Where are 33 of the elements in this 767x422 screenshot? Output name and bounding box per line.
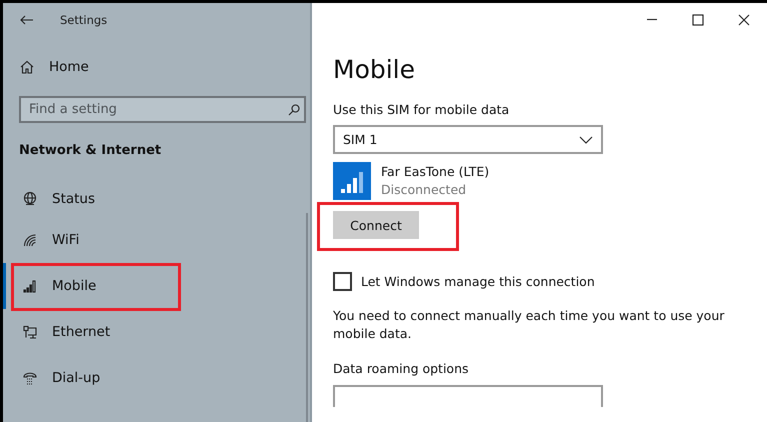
back-arrow-icon xyxy=(20,15,34,25)
globe-icon xyxy=(23,192,37,206)
description-text: You need to connect manually each time you want to use your mobile data. xyxy=(333,307,726,343)
network-status: Disconnected xyxy=(381,181,468,199)
checkbox[interactable] xyxy=(333,272,352,291)
home-icon xyxy=(20,60,34,74)
close-icon xyxy=(738,14,750,26)
home-link[interactable]: Home xyxy=(20,59,310,75)
signal-bars-icon xyxy=(333,162,371,200)
page-title: Mobile xyxy=(333,55,416,84)
network-name: Far EasTone (LTE) xyxy=(381,163,490,181)
wifi-icon xyxy=(23,233,37,247)
maximize-icon xyxy=(692,14,704,26)
search-field[interactable]: Find a setting xyxy=(19,96,306,123)
search-icon xyxy=(288,104,300,116)
roaming-dropdown[interactable] xyxy=(333,385,603,407)
field-label: Data roaming options xyxy=(333,361,470,376)
nav-item[interactable]: WiFi xyxy=(3,217,310,263)
window-title: Settings xyxy=(60,13,108,27)
checkbox-label: Let Windows manage this connection xyxy=(361,274,595,289)
back-button[interactable] xyxy=(20,15,34,25)
field-label: Use this SIM for mobile data xyxy=(333,102,510,117)
signal-bars-icon xyxy=(23,279,37,293)
phone-icon xyxy=(23,371,37,385)
computer-icon xyxy=(23,325,37,339)
nav-item[interactable]: Dial-up xyxy=(3,355,310,401)
nav-item[interactable]: Status xyxy=(3,181,310,217)
chevron-down-icon xyxy=(579,136,593,144)
nav-item[interactable]: Mobile xyxy=(3,263,310,309)
connect-button[interactable]: Connect xyxy=(333,211,419,239)
nav-item[interactable]: Ethernet xyxy=(3,309,310,355)
sim-dropdown[interactable]: SIM 1 xyxy=(333,125,603,154)
section-heading: Network & Internet xyxy=(19,143,162,158)
